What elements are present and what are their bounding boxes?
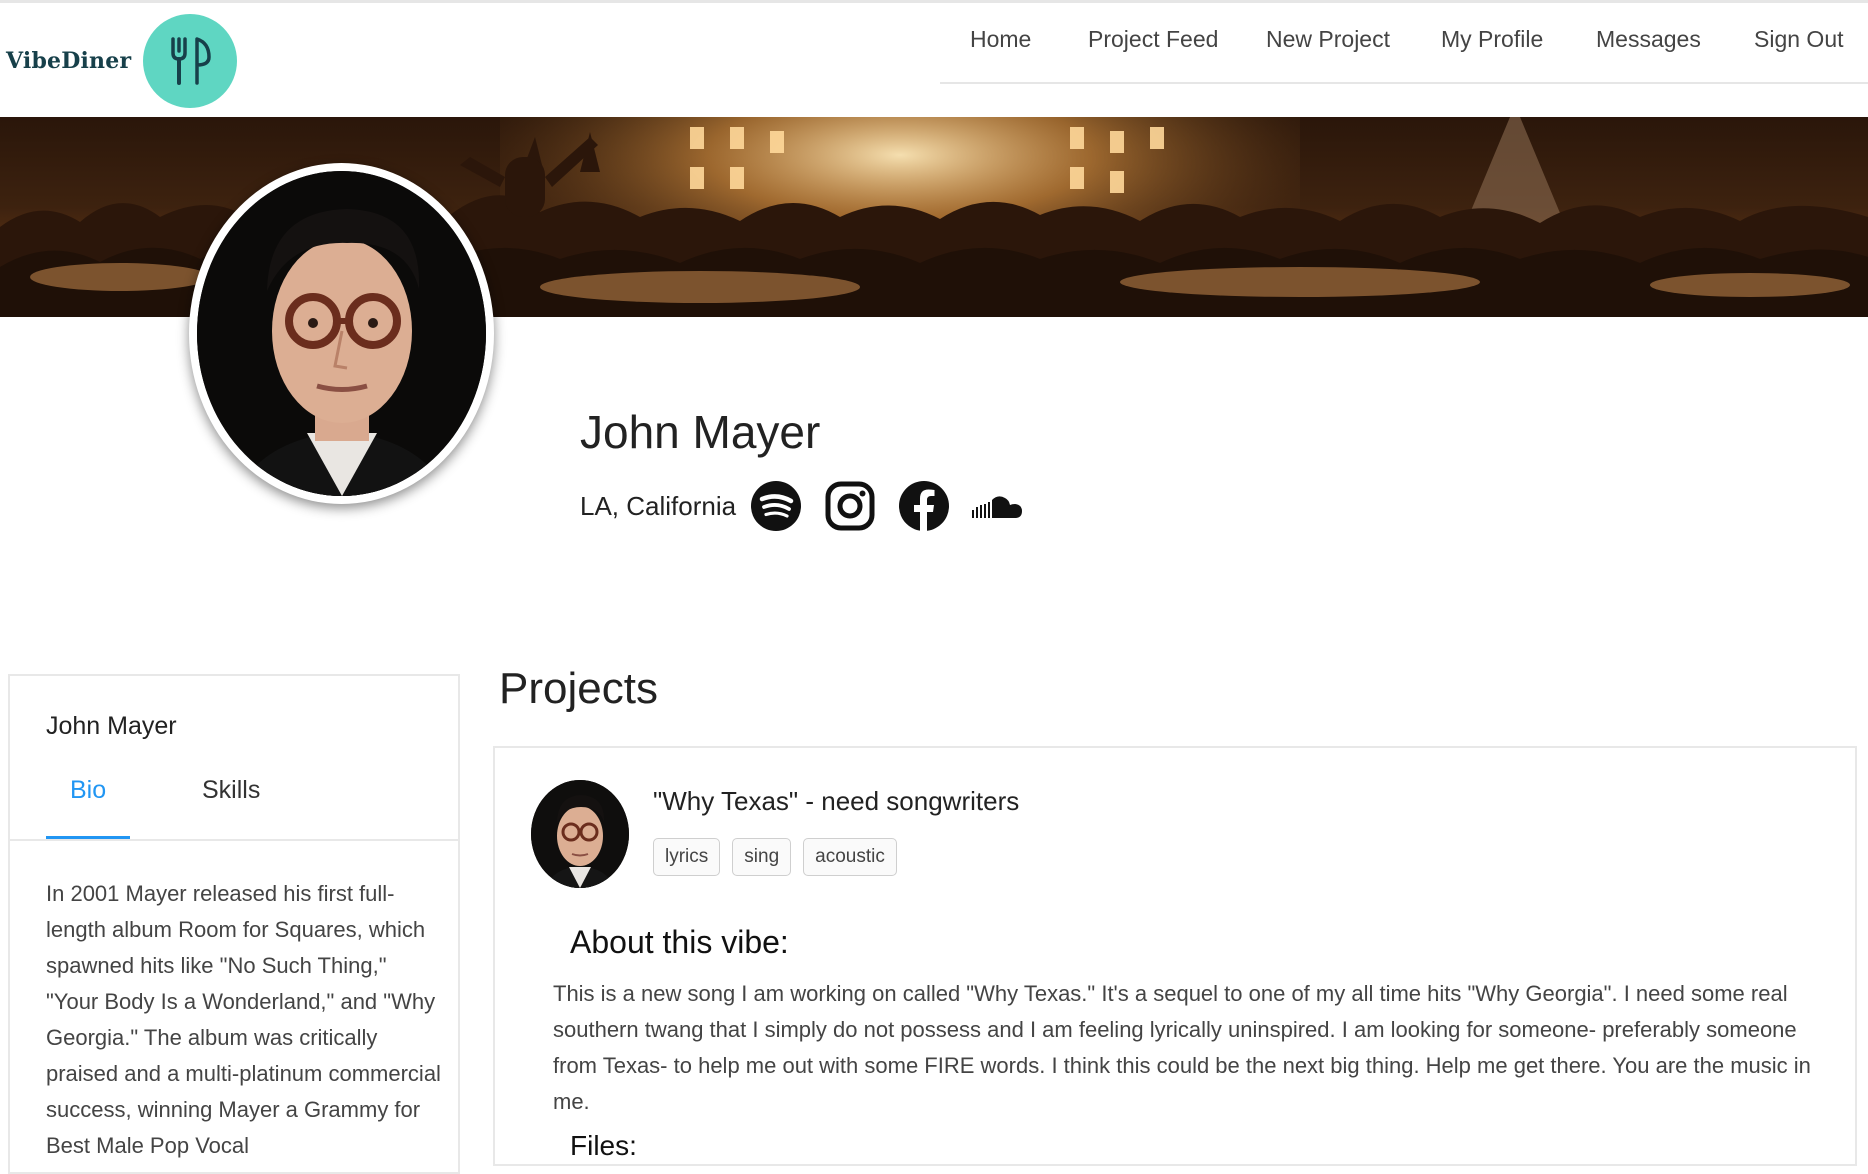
facebook-icon[interactable]	[898, 480, 950, 532]
files-heading: Files:	[570, 1130, 637, 1161]
tag-acoustic[interactable]: acoustic	[803, 838, 897, 876]
tab-skills[interactable]: Skills	[202, 776, 260, 805]
main-nav: Home Project Feed New Project My Profile…	[940, 0, 1868, 84]
nav-sign-out[interactable]: Sign Out	[1754, 26, 1844, 53]
nav-new-project[interactable]: New Project	[1266, 26, 1390, 53]
tag-lyrics[interactable]: lyrics	[653, 838, 721, 876]
tag-sing[interactable]: sing	[732, 838, 792, 876]
nav-messages[interactable]: Messages	[1596, 26, 1701, 53]
soundcloud-icon[interactable]	[972, 480, 1024, 532]
projects-heading: Projects	[499, 664, 658, 713]
brand-name: VibeDiner	[6, 48, 132, 74]
brand[interactable]: VibeDiner	[6, 14, 238, 108]
fork-knife-icon	[143, 14, 238, 108]
tab-divider	[10, 839, 458, 841]
bio-card-name: John Mayer	[46, 712, 177, 740]
tab-bio[interactable]: Bio	[70, 776, 106, 805]
bio-card: John Mayer Bio Skills In 2001 Mayer rele…	[8, 674, 460, 1174]
profile-name: John Mayer	[580, 406, 821, 458]
fork-knife-glyph	[171, 37, 211, 85]
profile-avatar	[189, 163, 494, 504]
nav-project-feed[interactable]: Project Feed	[1088, 26, 1218, 53]
spotify-icon[interactable]	[750, 480, 802, 532]
bio-text: In 2001 Mayer released his first full-le…	[46, 881, 441, 1158]
about-heading: About this vibe:	[570, 924, 789, 960]
profile-location: LA, California	[580, 491, 737, 521]
project-card[interactable]: "Why Texas" - need songwriters lyrics si…	[493, 746, 1857, 1166]
project-title[interactable]: "Why Texas" - need songwriters	[653, 786, 1019, 817]
avatar-photo	[197, 171, 486, 496]
project-tags: lyrics sing acoustic	[653, 838, 897, 876]
person-portrait-image	[197, 171, 486, 496]
about-text: This is a new song I am working on calle…	[553, 981, 1811, 1114]
nav-home[interactable]: Home	[970, 26, 1031, 53]
nav-my-profile[interactable]: My Profile	[1441, 26, 1543, 53]
instagram-icon[interactable]	[824, 480, 876, 532]
project-author-avatar	[531, 780, 629, 888]
